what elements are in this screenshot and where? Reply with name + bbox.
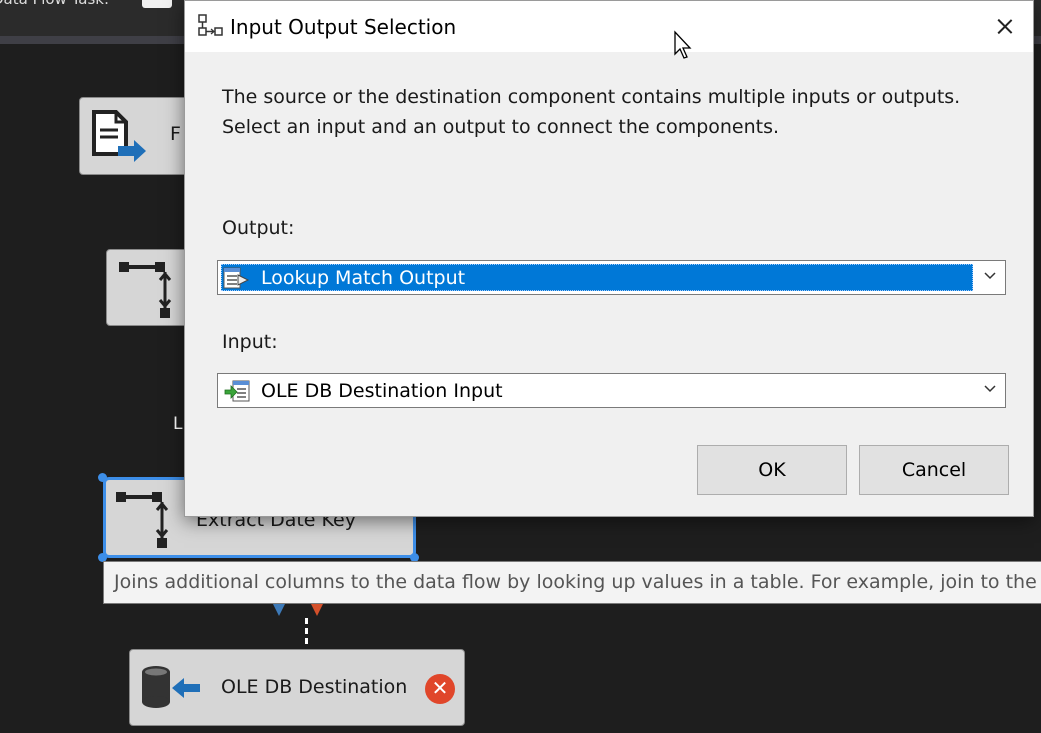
input-value: OLE DB Destination Input bbox=[261, 380, 503, 402]
resize-handle[interactable] bbox=[98, 473, 107, 482]
flat-file-source-icon bbox=[92, 110, 146, 162]
data-path-arrow[interactable] bbox=[273, 604, 285, 616]
data-path-connector[interactable] bbox=[305, 618, 308, 646]
component-tooltip: Joins additional columns to the data flo… bbox=[103, 561, 1041, 604]
ole-db-destination-label: OLE DB Destination bbox=[221, 676, 408, 698]
output-icon bbox=[223, 267, 250, 289]
chevron-down-icon[interactable] bbox=[984, 272, 996, 280]
dialog-description: The source or the destination component … bbox=[222, 86, 961, 138]
input-label: Input: bbox=[222, 331, 278, 353]
flat-file-label: F bbox=[170, 123, 181, 145]
derived-column-icon bbox=[116, 492, 169, 548]
cancel-button[interactable]: Cancel bbox=[859, 445, 1009, 495]
chevron-down-icon[interactable] bbox=[984, 385, 996, 393]
ole-db-destination-node[interactable]: OLE DB Destination bbox=[129, 649, 465, 726]
dialog-titlebar[interactable]: Input Output Selection bbox=[185, 1, 1033, 52]
tab-toggle-icon[interactable] bbox=[142, 0, 172, 8]
input-select[interactable]: OLE DB Destination Input bbox=[217, 373, 1006, 408]
error-icon: ✕ bbox=[425, 674, 455, 704]
flat-file-source-node[interactable]: F bbox=[79, 97, 199, 175]
error-path-arrow[interactable] bbox=[311, 604, 323, 616]
input-icon bbox=[224, 380, 250, 402]
derived-column-node[interactable] bbox=[106, 249, 196, 326]
output-value: Lookup Match Output bbox=[261, 267, 466, 289]
input-output-selection-dialog: Input Output Selection The source or the… bbox=[184, 0, 1034, 517]
ok-button[interactable]: OK bbox=[697, 445, 847, 495]
derived-column-icon bbox=[119, 262, 172, 318]
ole-db-destination-icon bbox=[142, 666, 200, 708]
dialog-title: Input Output Selection bbox=[230, 15, 457, 39]
output-select[interactable]: Lookup Match Output bbox=[217, 260, 1006, 295]
mouse-cursor-icon bbox=[674, 30, 692, 59]
output-label: Output: bbox=[222, 217, 295, 239]
lookup-label: L bbox=[173, 414, 183, 434]
close-icon[interactable] bbox=[985, 6, 1025, 46]
tab-title[interactable]: Data Flow Task: bbox=[0, 0, 109, 8]
dialog-app-icon bbox=[198, 14, 223, 36]
